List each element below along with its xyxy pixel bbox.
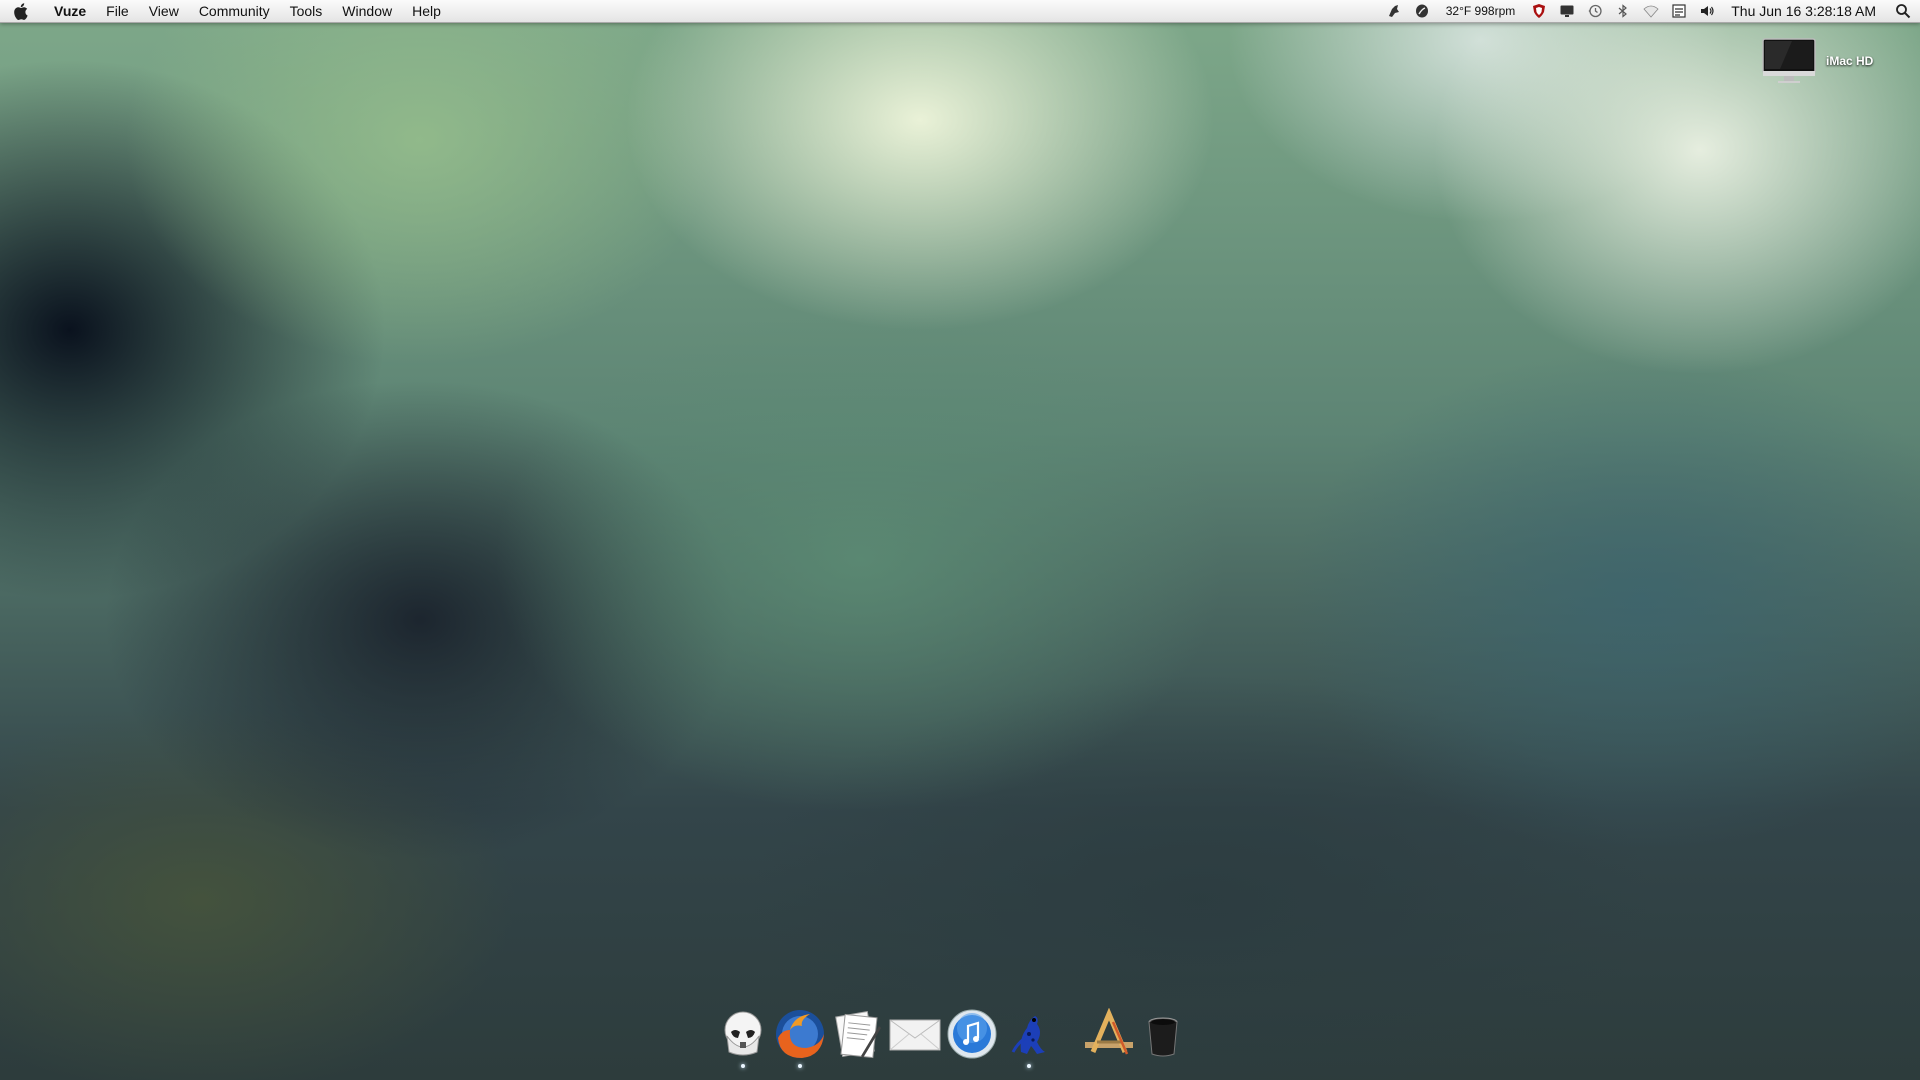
desktop-drive[interactable]: iMac HD <box>1762 38 1873 84</box>
drive-label: iMac HD <box>1826 54 1874 68</box>
menu-bar-right: 32°F 998rpm Thu Jun 16 3:28:18 AM <box>1380 0 1920 22</box>
apple-menu-icon[interactable] <box>0 0 40 22</box>
menu-bar-left: Vuze File View Community Tools Window He… <box>0 0 451 22</box>
menu-view[interactable]: View <box>139 0 189 22</box>
growl-icon[interactable] <box>1380 0 1408 22</box>
desktop-wallpaper <box>0 0 1920 1080</box>
mail-icon <box>889 1019 941 1051</box>
dock-item-firefox[interactable] <box>773 1008 827 1070</box>
wifi-icon[interactable] <box>1637 0 1665 22</box>
stormtrooper-icon <box>724 1011 762 1056</box>
dock-item-trash[interactable] <box>1136 1008 1190 1070</box>
menu-file[interactable]: File <box>96 0 139 22</box>
shield-icon[interactable] <box>1525 0 1553 22</box>
dock-item-textedit[interactable] <box>830 1008 884 1070</box>
imac-drive-icon <box>1762 38 1816 83</box>
menu-tools[interactable]: Tools <box>280 0 333 22</box>
running-indicator <box>741 1064 745 1068</box>
bluetooth-icon[interactable] <box>1609 0 1637 22</box>
app-menu-vuze[interactable]: Vuze <box>40 0 96 22</box>
running-indicator <box>798 1064 802 1068</box>
temperature-fan-readout[interactable]: 32°F 998rpm <box>1436 0 1526 22</box>
menu-community[interactable]: Community <box>189 0 280 22</box>
dock-item-applications[interactable] <box>1082 1008 1136 1070</box>
textedit-icon <box>835 1010 881 1059</box>
leaf-icon[interactable] <box>1408 0 1436 22</box>
dock-item-stormtrooper[interactable] <box>716 1008 770 1070</box>
menu-clock[interactable]: Thu Jun 16 3:28:18 AM <box>1721 0 1886 22</box>
dock <box>716 1008 1196 1080</box>
display-icon[interactable] <box>1553 0 1581 22</box>
trash-icon <box>1148 1017 1178 1057</box>
applications-folder-icon <box>1085 1008 1133 1055</box>
time-machine-icon[interactable] <box>1581 0 1609 22</box>
itunes-icon <box>947 1009 997 1059</box>
menu-window[interactable]: Window <box>332 0 402 22</box>
running-indicator <box>1027 1064 1031 1068</box>
dock-item-mail[interactable] <box>888 1008 942 1070</box>
firefox-icon <box>776 1010 824 1058</box>
dock-item-vuze[interactable] <box>1002 1008 1056 1070</box>
spotlight-icon[interactable] <box>1886 0 1920 22</box>
dock-item-itunes[interactable] <box>945 1008 999 1070</box>
keyboard-icon[interactable] <box>1665 0 1693 22</box>
volume-icon[interactable] <box>1693 0 1721 22</box>
vuze-frog-icon <box>1011 1016 1045 1054</box>
menu-bar: Vuze File View Community Tools Window He… <box>0 0 1920 23</box>
menu-help[interactable]: Help <box>402 0 451 22</box>
